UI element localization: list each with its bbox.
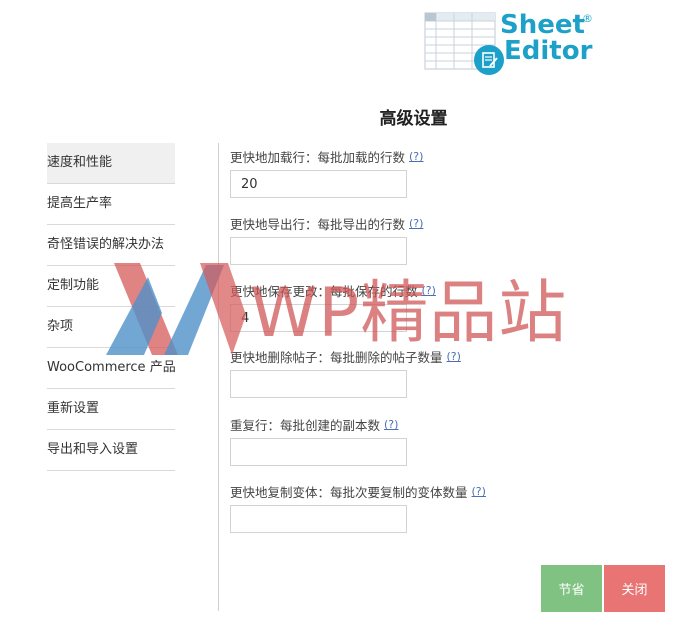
export-rows-field: 更快地导出行：每批导出的行数 (?) [230,214,550,265]
sidebar-item-misc[interactable]: 杂项 [47,307,175,348]
sidebar-item-customization[interactable]: 定制功能 [47,266,175,307]
sidebar-item-speed-performance[interactable]: 速度和性能 [47,143,175,184]
field-label: 更快地复制变体：每批次要复制的变体数量 [230,485,468,500]
sidebar-item-troubleshooting[interactable]: 奇怪错误的解决办法 [47,225,175,266]
help-link[interactable]: (?) [447,350,461,363]
save-rows-field: 更快地保存更改：每批保存的行数 (?) [230,281,550,332]
logo-line1: Sheet [500,10,585,40]
field-label: 更快地加载行：每批加载的行数 [230,150,406,165]
logo-line2: Editor [504,36,593,66]
page-title: 高级设置 [379,109,448,129]
registered-mark: ® [582,12,593,25]
field-label: 更快地保存更改：每批保存的行数 [230,284,418,299]
sidebar-item-reset[interactable]: 重新设置 [47,389,175,430]
help-link[interactable]: (?) [409,217,423,230]
sidebar-item-productivity[interactable]: 提高生产率 [47,184,175,225]
save-rows-input[interactable] [230,304,407,332]
copy-variations-input[interactable] [230,505,407,533]
sheet-editor-logo: Sheet Editor ® [424,12,604,78]
sidebar-item-export-import[interactable]: 导出和导入设置 [47,430,175,471]
field-label: 更快地删除帖子：每批删除的帖子数量 [230,350,443,365]
export-rows-input[interactable] [230,237,407,265]
delete-posts-input[interactable] [230,370,407,398]
load-rows-input[interactable] [230,170,407,198]
help-link[interactable]: (?) [422,284,436,297]
close-button[interactable]: 关闭 [604,565,665,612]
duplicate-rows-input[interactable] [230,438,407,466]
divider [218,143,219,611]
settings-sidebar: 速度和性能 提高生产率 奇怪错误的解决办法 定制功能 杂项 WooCommerc… [47,143,176,471]
load-rows-field: 更快地加载行：每批加载的行数 (?) [230,147,550,198]
help-link[interactable]: (?) [384,418,398,431]
delete-posts-field: 更快地删除帖子：每批删除的帖子数量 (?) [230,347,550,398]
copy-variations-field: 更快地复制变体：每批次要复制的变体数量 (?) [230,482,550,533]
duplicate-rows-field: 重复行：每批创建的副本数 (?) [230,415,550,466]
field-label: 重复行：每批创建的副本数 [230,418,381,433]
field-label: 更快地导出行：每批导出的行数 [230,217,406,232]
help-link[interactable]: (?) [409,150,423,163]
save-button[interactable]: 节省 [541,565,602,612]
logo-wordmark: Sheet Editor [500,12,592,64]
sidebar-item-woocommerce[interactable]: WooCommerce 产品 [47,348,176,389]
help-link[interactable]: (?) [472,485,486,498]
